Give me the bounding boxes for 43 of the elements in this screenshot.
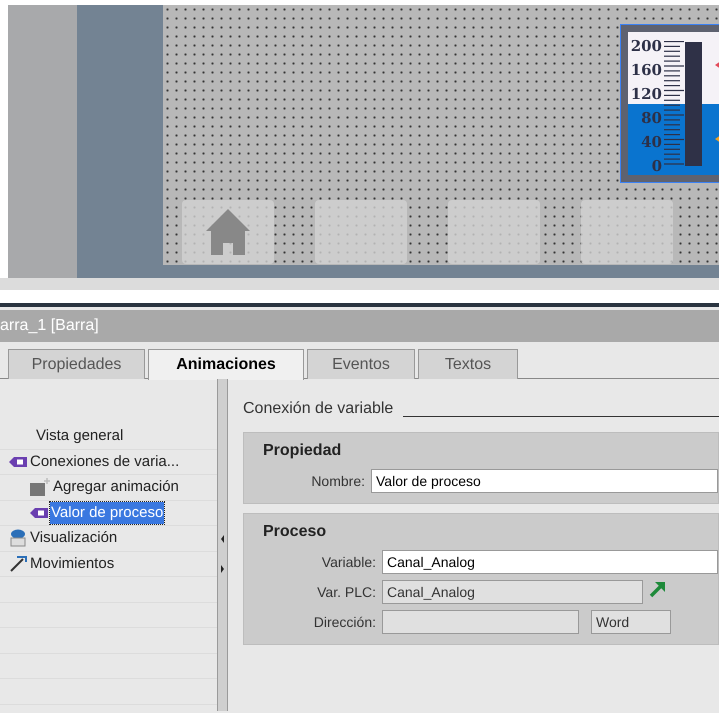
field-label: Nombre:	[310, 472, 365, 490]
scale-label: 80	[640, 108, 662, 129]
visual-icon	[9, 529, 27, 548]
group-title: Propiedad	[263, 441, 342, 461]
tab[interactable]: Eventos	[307, 349, 415, 379]
tree-item[interactable]: Valor de proceso	[50, 502, 164, 524]
panel-title: arra_1 [Barra]	[0, 316, 99, 336]
tag-icon	[9, 456, 27, 468]
tree-item[interactable]: Vista general	[35, 425, 124, 448]
horizontal-scrollbar[interactable]	[0, 278, 719, 290]
canvas-button[interactable]	[448, 200, 540, 264]
bar-widget[interactable]: 200 160 120 80 40 0	[620, 24, 719, 183]
scale-label: 40	[640, 132, 662, 153]
canvas-button[interactable]	[182, 200, 274, 264]
readonly-field: Canal_Analog	[382, 580, 643, 604]
scale-label: 200	[630, 36, 662, 57]
tab[interactable]: Animaciones	[148, 349, 304, 380]
input-field[interactable]: Valor de proceso	[371, 469, 718, 493]
tree-item[interactable]: Agregar animación	[52, 476, 180, 498]
scale-label: 120	[630, 84, 662, 105]
collapse-left-icon[interactable]	[220, 534, 225, 544]
home-icon	[205, 208, 251, 256]
field-label: Variable:	[320, 552, 376, 572]
canvas-button[interactable]	[315, 200, 407, 264]
tree-item[interactable]: Visualización	[29, 527, 118, 550]
tree-item[interactable]: Movimientos	[29, 552, 116, 575]
data-type-field: Word	[591, 610, 671, 634]
tree-item[interactable]: Conexiones de varia...	[29, 450, 180, 473]
canvas-button[interactable]	[581, 200, 673, 264]
input-field[interactable]: Canal_Analog	[382, 550, 718, 574]
go-to-arrow-icon[interactable]	[649, 580, 666, 598]
section-title: Conexión de variable	[243, 399, 394, 419]
field-label: Var. PLC:	[316, 582, 376, 602]
movement-icon	[9, 554, 27, 573]
scale-label: 0	[650, 156, 662, 175]
expand-right-icon[interactable]	[220, 564, 225, 574]
tab[interactable]: Propiedades	[8, 349, 145, 379]
group-title: Proceso	[263, 522, 328, 542]
add-animation-icon	[30, 478, 50, 496]
tab[interactable]: Textos	[418, 349, 518, 379]
field-label: Dirección:	[312, 612, 376, 632]
tag-icon	[30, 506, 48, 519]
scale-label: 160	[630, 60, 662, 81]
